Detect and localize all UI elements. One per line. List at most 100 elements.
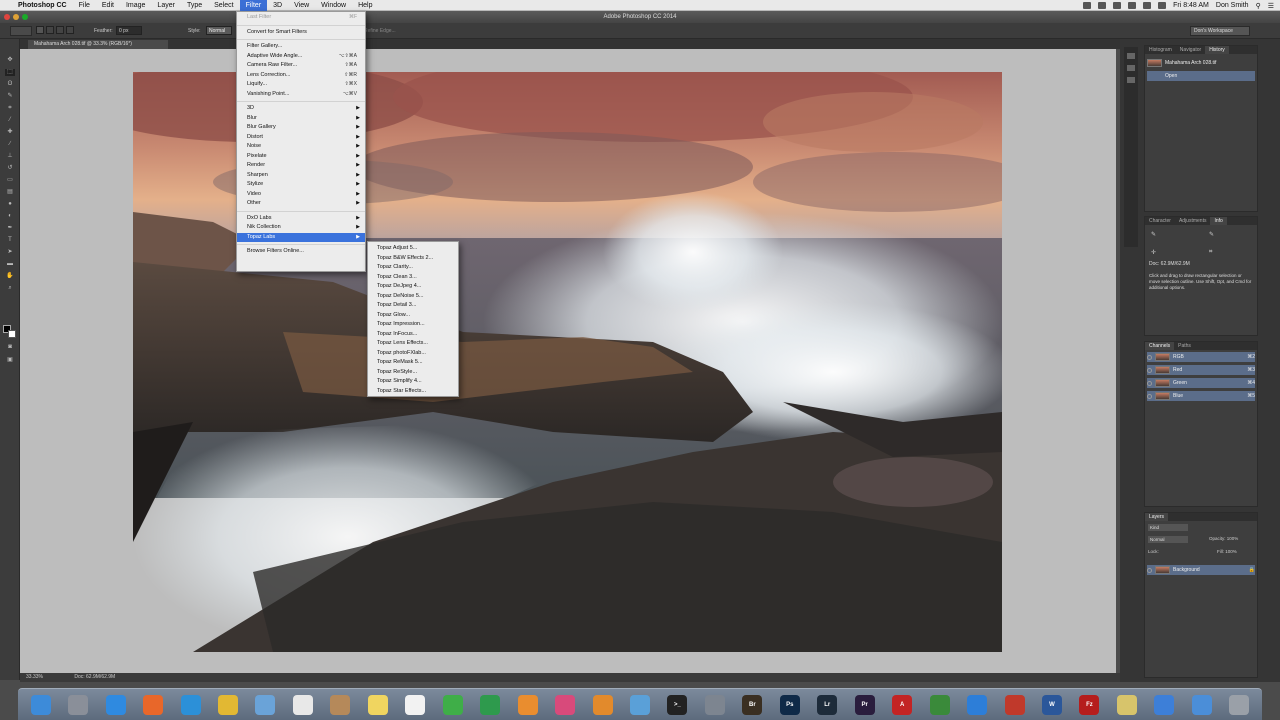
topaz-menu-item-topaz-clean-3[interactable]: Topaz Clean 3...	[368, 273, 458, 283]
filter-menu-item-distort[interactable]: Distort ▶	[237, 133, 365, 143]
dock-documents-icon[interactable]	[1191, 694, 1212, 715]
menu-view[interactable]: View	[288, 0, 315, 11]
workspace-select[interactable]: Don's Workspace	[1190, 26, 1250, 36]
subtract-selection-icon[interactable]	[56, 26, 64, 34]
topaz-menu-item-topaz-infocus[interactable]: Topaz InFocus...	[368, 330, 458, 340]
channel-row-red[interactable]: Red ⌘3	[1147, 365, 1255, 375]
topaz-menu-item-topaz-star-effects[interactable]: Topaz Star Effects...	[368, 387, 458, 397]
eye-icon[interactable]	[1147, 393, 1152, 399]
crop-tool-icon[interactable]: ⌗	[5, 105, 15, 112]
topaz-menu-item-topaz-glow[interactable]: Topaz Glow...	[368, 311, 458, 321]
topaz-menu-item-topaz-impression[interactable]: Topaz Impression...	[368, 320, 458, 330]
filter-menu-item-topaz-labs[interactable]: Topaz Labs ▶	[237, 232, 365, 242]
document-tab[interactable]: Mahahama Arch 028.tif @ 33.3% (RGB/16*)	[28, 40, 168, 49]
topaz-menu-item-topaz-adjust-5[interactable]: Topaz Adjust 5...	[368, 244, 458, 254]
wifi-icon[interactable]	[1128, 2, 1137, 9]
tab-histogram[interactable]: Histogram	[1145, 46, 1176, 54]
app-menu[interactable]: Photoshop CC	[12, 0, 73, 11]
dock-mail-icon[interactable]	[255, 694, 276, 715]
topaz-menu-item-topaz-b-w-effects-2[interactable]: Topaz B&W Effects 2...	[368, 254, 458, 264]
topaz-menu-item-topaz-simplify-4[interactable]: Topaz Simplify 4...	[368, 377, 458, 387]
dock-ibooks-icon[interactable]	[592, 694, 613, 715]
clock[interactable]: Fri 8:48 AM	[1173, 2, 1209, 9]
style-select[interactable]: Normal	[206, 26, 232, 35]
topaz-menu-item-topaz-remask-5[interactable]: Topaz ReMask 5...	[368, 358, 458, 368]
blend-mode-select[interactable]: Normal	[1148, 536, 1188, 543]
dock-downloads-icon[interactable]	[1154, 694, 1175, 715]
eye-icon[interactable]	[1147, 367, 1152, 373]
status-icon[interactable]	[1083, 2, 1092, 9]
eyedropper-tool-icon[interactable]: ⁄	[5, 117, 15, 124]
layer-kind-filter[interactable]: Kind	[1148, 524, 1188, 531]
eraser-tool-icon[interactable]: ▭	[5, 177, 15, 184]
background-color-swatch[interactable]	[8, 330, 16, 338]
zoom-level[interactable]: 33.33%	[26, 674, 43, 680]
quick-mask-icon[interactable]: ◙	[5, 344, 15, 351]
topaz-menu-item-topaz-denoise-5[interactable]: Topaz DeNoise 5...	[368, 292, 458, 302]
history-step[interactable]: Open	[1147, 71, 1255, 81]
dock-firefox-icon[interactable]	[143, 694, 164, 715]
battery-icon[interactable]	[1158, 2, 1167, 9]
filter-menu-item-convert-for-smart-filters[interactable]: Convert for Smart Filters	[237, 28, 365, 38]
eye-icon[interactable]	[1147, 567, 1152, 573]
topaz-menu-item-topaz-lens-effects[interactable]: Topaz Lens Effects...	[368, 339, 458, 349]
move-tool-icon[interactable]: ✥	[5, 57, 15, 64]
filter-menu-item-liquify[interactable]: Liquify... ⇧⌘X	[237, 80, 365, 90]
tab-character[interactable]: Character	[1145, 217, 1175, 225]
panel-icon[interactable]	[1127, 53, 1135, 59]
dock-finder-icon[interactable]	[30, 694, 51, 715]
dock-contacts-icon[interactable]	[330, 694, 351, 715]
pen-tool-icon[interactable]: ✒	[5, 225, 15, 232]
tab-info[interactable]: Info	[1210, 217, 1227, 225]
refine-edge-button[interactable]: Refine Edge...	[364, 28, 396, 34]
blur-tool-icon[interactable]: ●	[5, 201, 15, 208]
spotlight-icon[interactable]: ⚲	[1256, 2, 1261, 10]
status-icon[interactable]	[1098, 2, 1107, 9]
menu-image[interactable]: Image	[120, 0, 151, 11]
topaz-menu-item-topaz-dejpeg-4[interactable]: Topaz DeJpeg 4...	[368, 282, 458, 292]
brush-tool-icon[interactable]: ∕	[5, 141, 15, 148]
notification-icon[interactable]: ☰	[1268, 2, 1274, 10]
volume-icon[interactable]	[1143, 2, 1152, 9]
dock-bridge-icon[interactable]: Br	[742, 694, 763, 715]
dock-pdf-icon[interactable]	[1004, 694, 1025, 715]
eye-icon[interactable]	[1147, 380, 1152, 386]
tool-preset-picker[interactable]	[10, 26, 32, 36]
feather-input[interactable]: 0 px	[116, 26, 142, 35]
healing-tool-icon[interactable]: ✚	[5, 129, 15, 136]
menu-window[interactable]: Window	[315, 0, 352, 11]
history-snapshot[interactable]: Mahahama Arch 028.tif	[1147, 58, 1255, 68]
history-brush-tool-icon[interactable]: ↺	[5, 165, 15, 172]
filter-menu-item-blur-gallery[interactable]: Blur Gallery ▶	[237, 123, 365, 133]
gradient-tool-icon[interactable]: ▤	[5, 189, 15, 196]
tab-paths[interactable]: Paths	[1174, 342, 1195, 350]
dock-reminders-icon[interactable]	[405, 694, 426, 715]
user-name[interactable]: Don Smith	[1216, 2, 1249, 9]
dock-camtasia-icon[interactable]	[929, 694, 950, 715]
dock-word-icon[interactable]: W	[1041, 694, 1062, 715]
hand-tool-icon[interactable]: ✋	[5, 273, 15, 280]
panel-icon[interactable]	[1127, 65, 1135, 71]
menu-edit[interactable]: Edit	[96, 0, 120, 11]
filter-menu-item-filter-gallery[interactable]: Filter Gallery...	[237, 42, 365, 52]
dock-filezilla-icon[interactable]: Fz	[1079, 694, 1100, 715]
opacity-field[interactable]: Opacity: 100%	[1209, 536, 1238, 541]
dock-preview-icon[interactable]	[629, 694, 650, 715]
new-selection-icon[interactable]	[36, 26, 44, 34]
channel-row-green[interactable]: Green ⌘4	[1147, 378, 1255, 388]
menu-type[interactable]: Type	[181, 0, 208, 11]
filter-menu-item-stylize[interactable]: Stylize ▶	[237, 180, 365, 190]
screen-mode-icon[interactable]: ▣	[5, 357, 15, 364]
tab-channels[interactable]: Channels	[1145, 342, 1175, 350]
add-selection-icon[interactable]	[46, 26, 54, 34]
tab-layers[interactable]: Layers	[1145, 513, 1169, 521]
topaz-menu-item-topaz-detail-3[interactable]: Topaz Detail 3...	[368, 301, 458, 311]
dock-safari-icon[interactable]	[180, 694, 201, 715]
dock-launchpad-icon[interactable]	[68, 694, 89, 715]
filter-menu-item-vanishing-point[interactable]: Vanishing Point... ⌥⌘V	[237, 90, 365, 100]
dock-chrome-icon[interactable]	[217, 694, 238, 715]
dock-dropbox-icon[interactable]	[967, 694, 988, 715]
dock-notes-icon[interactable]	[1116, 694, 1137, 715]
dock-trash-icon[interactable]	[1229, 694, 1250, 715]
menu-file[interactable]: File	[73, 0, 96, 11]
